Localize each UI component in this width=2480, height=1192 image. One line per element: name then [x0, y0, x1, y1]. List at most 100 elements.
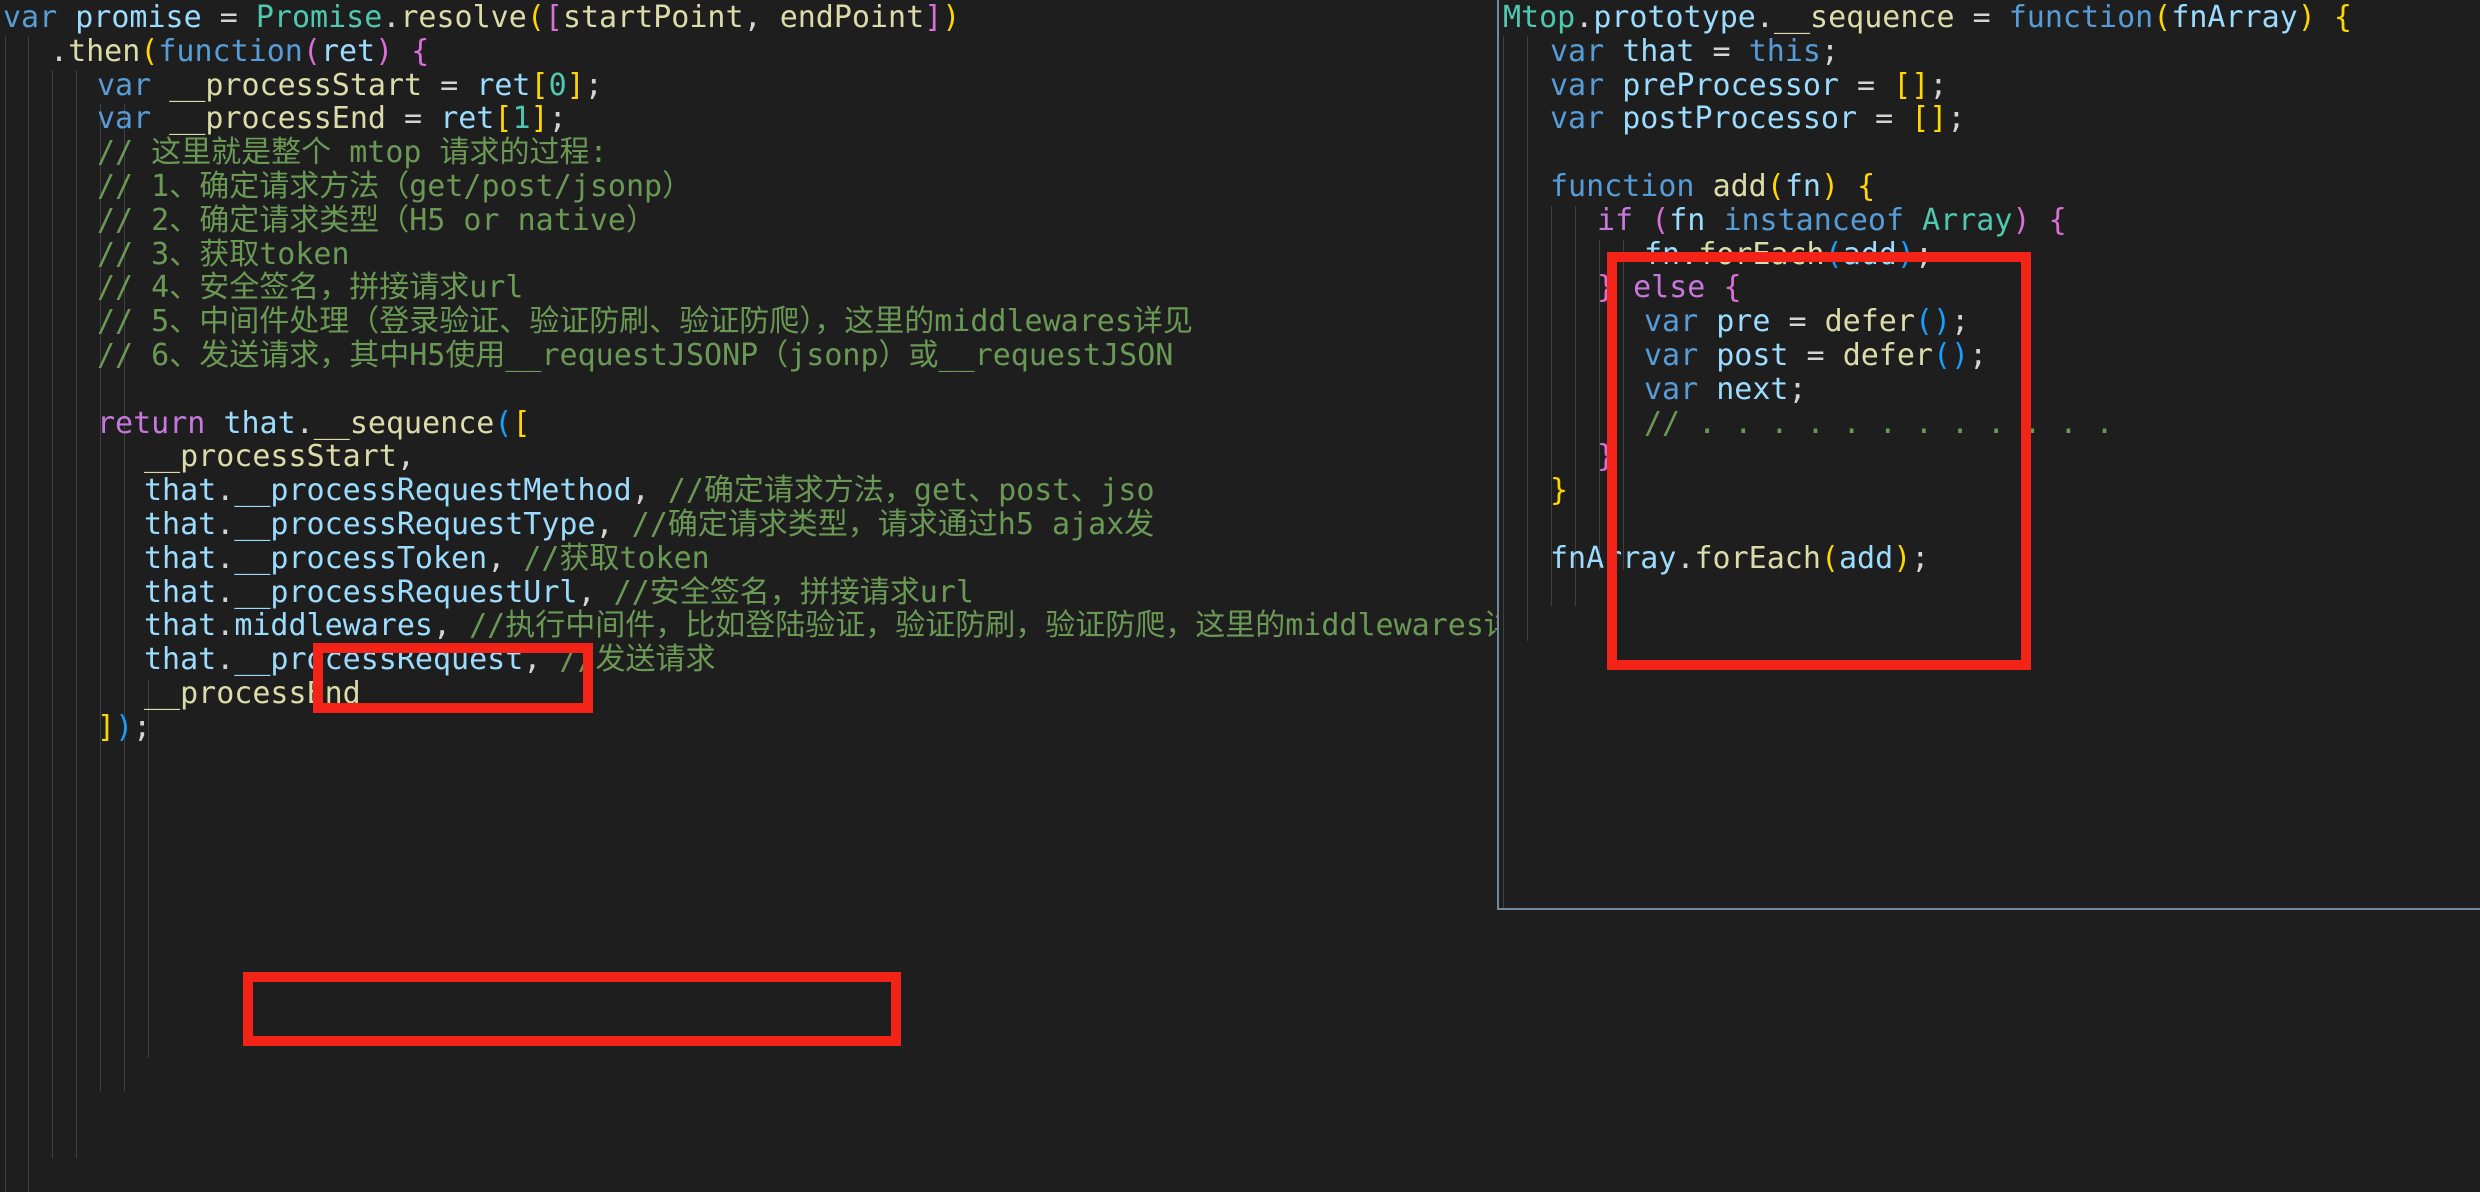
- left_editor-token: that: [144, 608, 217, 644]
- right_panel-line-16[interactable]: fnArray.forEach(add);: [1550, 540, 1929, 576]
- right_panel-token: postProcessor: [1622, 101, 1858, 137]
- left_editor-line-2[interactable]: var __processStart = ret[0];: [97, 67, 603, 103]
- right_panel-line-9[interactable]: var pre = defer();: [1644, 305, 1969, 339]
- left_editor-token: ;: [133, 709, 152, 745]
- right_panel-token: defer: [1842, 338, 1933, 373]
- left_editor-token: resolve: [400, 0, 527, 35]
- left_editor-token: // 4、安全签名，拼接请求url: [97, 270, 524, 306]
- left_editor-token: __processRequestUrl: [234, 574, 578, 610]
- left_editor-token: ret: [440, 101, 495, 137]
- right_panel-token: defer: [1824, 304, 1915, 340]
- left_editor-line-10[interactable]: // 6、发送请求，其中H5使用__requestJSONP（jsonp）或__…: [97, 339, 1173, 373]
- left_editor-token: middlewares: [234, 608, 433, 644]
- right_panel-token: ;: [1788, 371, 1807, 407]
- left_editor-line-0[interactable]: var promise = Promise.resolve([startPoin…: [3, 1, 960, 35]
- right_panel-token: =: [1788, 338, 1843, 373]
- right_panel-token: =: [1770, 304, 1825, 340]
- left_editor-line-7[interactable]: // 3、获取token: [97, 236, 350, 272]
- left_editor-line-13[interactable]: __processStart,: [144, 440, 415, 474]
- right_panel-line-2[interactable]: var preProcessor = [];: [1550, 68, 1947, 103]
- right_panel-token: function: [2008, 0, 2154, 35]
- left_editor-line-8[interactable]: // 4、安全签名，拼接请求url: [97, 271, 523, 305]
- left_editor-token: 1: [512, 101, 531, 137]
- right_panel-line-14[interactable]: }: [1550, 474, 1568, 508]
- code-editor-right-overlay[interactable]: Mtop.prototype.__sequence = function(fnA…: [1497, 0, 2480, 910]
- right_panel-token: []: [1911, 101, 1948, 137]
- right_panel-token: Mtop: [1503, 0, 1576, 35]
- left_editor-line-15[interactable]: that.__processRequestType, //确定请求类型，请求通过…: [144, 508, 1154, 542]
- left_editor-line-5[interactable]: // 1、确定请求方法（get/post/jsonp）: [97, 170, 692, 204]
- right_panel-token: .: [1676, 540, 1695, 576]
- left_editor-token: ,: [433, 608, 470, 644]
- right_panel-token: =: [1954, 0, 2009, 35]
- left_editor-token: Promise: [255, 0, 383, 35]
- left_editor-line-4[interactable]: // 这里就是整个 mtop 请求的过程:: [97, 136, 608, 170]
- left_editor-token: // 5、中间件处理（登录验证、验证防刷、验证防爬），这里的middleware…: [97, 304, 1193, 340]
- left_editor-token: ,: [577, 574, 614, 610]
- right_panel-token: instanceof: [1723, 202, 1905, 238]
- right_panel-token: fnArray: [1550, 540, 1677, 576]
- right_panel-indent-guide: [1503, 36, 1504, 908]
- left_editor-token: that: [144, 642, 217, 678]
- right_panel-line-11[interactable]: var next;: [1644, 371, 1807, 407]
- right_panel-line-6[interactable]: if (fn instanceof Array) {: [1597, 202, 2067, 238]
- right_panel-line-13[interactable]: }: [1597, 440, 1615, 474]
- right_panel-token: (: [1651, 202, 1670, 238]
- right_panel-token: ): [2012, 202, 2031, 238]
- right_panel-token: Array: [1922, 202, 2013, 238]
- left_editor-token: that: [144, 574, 217, 610]
- left_editor-line-9[interactable]: // 5、中间件处理（登录验证、验证防刷、验证防爬），这里的middleware…: [97, 305, 1193, 339]
- right_panel-token: post: [1716, 338, 1789, 373]
- right_panel-token: var: [1550, 33, 1605, 69]
- left_editor-token: // 这里就是整个 mtop 请求的过程:: [97, 135, 608, 171]
- right_panel-token: ;: [1969, 338, 1988, 373]
- right_panel-token: }: [1597, 439, 1616, 475]
- right_panel-line-1[interactable]: var that = this;: [1550, 33, 1839, 69]
- left_editor-token: [57, 0, 75, 35]
- left_editor-line-19[interactable]: that.__processRequest, //发送请求: [144, 643, 716, 677]
- left_editor-token: [151, 68, 169, 103]
- left_editor-token: __sequence: [313, 405, 495, 441]
- left_editor-token: .: [216, 540, 235, 576]
- right_panel-token: [1604, 101, 1622, 136]
- right_panel-token: var: [1644, 304, 1699, 340]
- left_editor-line-6[interactable]: // 2、确定请求类型（H5 or native）: [97, 203, 656, 238]
- right_panel-token: else: [1633, 270, 1706, 306]
- right_panel-line-10[interactable]: var post = defer();: [1644, 339, 1987, 373]
- left_editor-line-1[interactable]: .then(function(ret) {: [50, 33, 429, 69]
- right_panel-token: ): [2297, 0, 2316, 35]
- right_panel-line-3[interactable]: var postProcessor = [];: [1550, 102, 1965, 136]
- left_editor-token: __processStart: [169, 67, 423, 103]
- left_editor-token: =: [422, 67, 477, 103]
- left_editor-token: [393, 34, 411, 69]
- left_editor-token: var: [97, 67, 152, 103]
- left_editor-token: //发送请求: [559, 642, 716, 678]
- left_editor-token: endPoint: [779, 0, 925, 35]
- left_editor-token: (: [302, 33, 321, 69]
- right_panel-token: [1698, 372, 1716, 407]
- right_panel-token: [1604, 34, 1622, 69]
- left_editor-token: that: [223, 405, 296, 441]
- left_editor-line-14[interactable]: that.__processRequestMethod, //确定请求方法，ge…: [144, 474, 1155, 508]
- left_editor-token: 0: [548, 67, 567, 103]
- left_editor-line-12[interactable]: return that.__sequence([: [97, 405, 531, 441]
- right_panel-line-7[interactable]: fn.forEach(add);: [1644, 237, 1933, 272]
- right_panel-line-0[interactable]: Mtop.prototype.__sequence = function(fnA…: [1503, 1, 2352, 35]
- left_editor-token: ]: [566, 67, 585, 103]
- right_panel-token: =: [1857, 101, 1912, 137]
- right_panel-line-5[interactable]: function add(fn) {: [1550, 170, 1875, 204]
- left_editor-token: .: [216, 642, 235, 678]
- left_editor-token: ret: [320, 33, 376, 69]
- right_panel-token: function: [1550, 169, 1695, 204]
- right_panel-line-8[interactable]: } else {: [1597, 271, 1742, 305]
- left_editor-line-20[interactable]: __processEnd: [144, 677, 361, 711]
- left_editor-line-3[interactable]: var __processEnd = ret[1];: [97, 102, 567, 136]
- right_panel-line-12[interactable]: // . . . . . . . . . . . .: [1644, 406, 2114, 441]
- left_editor-token: .: [50, 33, 69, 69]
- right_panel-token: add: [1839, 540, 1894, 576]
- right_panel-token: that: [1622, 33, 1695, 69]
- left_editor-line-16[interactable]: that.__processToken, //获取token: [144, 540, 710, 576]
- left_editor-token: // 3、获取token: [97, 236, 350, 272]
- left_editor-line-17[interactable]: that.__processRequestUrl, //安全签名，拼接请求url: [144, 574, 974, 610]
- left_editor-line-21[interactable]: ]);: [97, 709, 152, 745]
